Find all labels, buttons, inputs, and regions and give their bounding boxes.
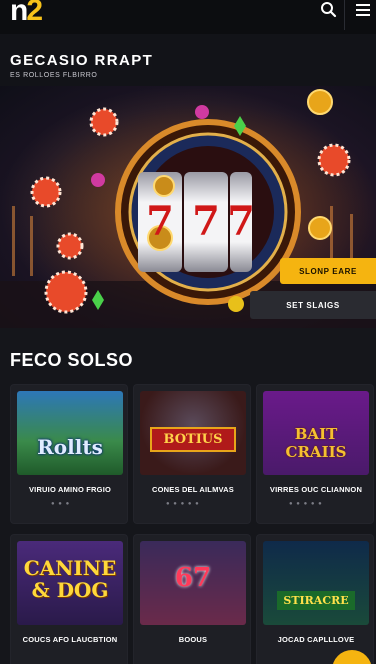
game-thumbnail: Rollts: [17, 391, 123, 475]
hamburger-menu-icon: [356, 4, 370, 6]
thumbnail-title: STIRACRE: [277, 591, 355, 610]
logo-number: 2: [26, 0, 43, 27]
rating-dots: ● ● ● ● ●: [289, 501, 323, 507]
reel-symbol: 7: [227, 198, 255, 245]
game-thumbnail: BOTIUS: [140, 391, 246, 475]
secondary-cta-button[interactable]: SET SLAIGS: [250, 291, 376, 319]
primary-cta-button[interactable]: SLONP EARE: [280, 258, 376, 284]
game-name: COUCS AFO LAUCBTION: [22, 635, 118, 644]
game-card[interactable]: BOTIUS CONES DEL AILMVAS ● ● ● ● ●: [133, 384, 251, 524]
game-name: VIRRES OUC CLIANNON: [269, 485, 363, 494]
hamburger-menu-icon: [356, 9, 370, 11]
reel-symbol: 7: [192, 198, 220, 245]
hero-subtitle: ES ROLLOES FLBIRRO: [10, 72, 98, 79]
game-card[interactable]: STIRACRE JOCAD CAPLLLOVE: [256, 534, 374, 664]
game-name: CONES DEL AILMVAS: [151, 485, 235, 494]
rating-dots: ● ● ●: [51, 501, 71, 507]
search-icon: [321, 2, 337, 18]
game-thumbnail: STIRACRE: [263, 541, 369, 625]
logo-letter: n: [10, 0, 28, 27]
thumbnail-title: 67: [174, 563, 212, 593]
top-bar: n2: [0, 0, 376, 34]
game-thumbnail: 67: [140, 541, 246, 625]
reel-symbol: 7: [146, 198, 174, 245]
game-thumbnail: CANINE & DOG: [17, 541, 123, 625]
game-name: VIRUIO AMINO FRGIO: [28, 485, 112, 494]
hero-header: GECASIO RRAPT ES ROLLOES FLBIRRO: [0, 34, 376, 86]
game-card[interactable]: 67 BOOUS: [133, 534, 251, 664]
thumbnail-title: CANINE & DOG: [23, 556, 117, 602]
thumbnail-title: BOTIUS: [150, 427, 236, 452]
site-logo[interactable]: n2: [10, 0, 43, 27]
section-title: FECO SOLSO: [10, 350, 134, 370]
hamburger-menu-icon: [356, 14, 370, 16]
hero-title: GECASIO RRAPT: [10, 52, 154, 69]
rating-dots: ● ● ● ● ●: [166, 501, 200, 507]
thumbnail-title: BAIT CRAIIS: [285, 425, 347, 461]
game-card[interactable]: CANINE & DOG COUCS AFO LAUCBTION: [10, 534, 128, 664]
menu-button[interactable]: [344, 0, 376, 30]
game-name: JOCAD CAPLLLOVE: [277, 635, 355, 644]
search-button[interactable]: [318, 0, 340, 22]
thumbnail-title: Rollts: [37, 435, 103, 459]
game-name: BOOUS: [178, 635, 208, 644]
game-card[interactable]: BAIT CRAIIS VIRRES OUC CLIANNON ● ● ● ● …: [256, 384, 374, 524]
game-card[interactable]: Rollts VIRUIO AMINO FRGIO ● ● ●: [10, 384, 128, 524]
game-thumbnail: BAIT CRAIIS: [263, 391, 369, 475]
